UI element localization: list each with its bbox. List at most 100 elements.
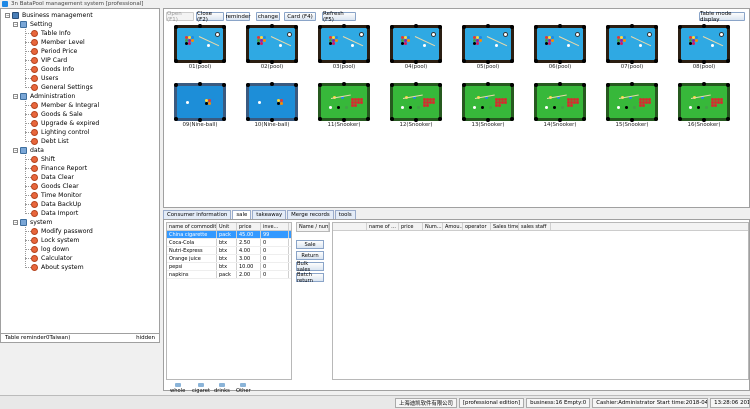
tree-item-log-down[interactable]: log down xyxy=(31,245,69,254)
tree-item-users[interactable]: Users xyxy=(31,74,58,83)
billiard-table[interactable]: 10(Nine-ball) xyxy=(244,82,300,128)
column-header[interactable]: inve... xyxy=(261,223,289,230)
category-icon xyxy=(218,383,225,387)
column-header[interactable]: price xyxy=(237,223,261,230)
refresh-button[interactable]: Refresh (F5) xyxy=(322,11,356,23)
goods-grid[interactable]: name of commodity Unit price inve... China … xyxy=(166,222,292,380)
tree-item-general-settings[interactable]: General Settings xyxy=(31,83,93,92)
reminder-button[interactable]: reminder xyxy=(225,12,251,21)
tree-label: system xyxy=(30,219,53,226)
tree-item-data-backup[interactable]: Data BackUp xyxy=(31,200,81,209)
table-row[interactable]: Orange juice btx 3.00 0 xyxy=(167,255,291,263)
tree-label: Users xyxy=(41,75,59,82)
column-header[interactable]: Sales time xyxy=(491,223,519,230)
card-button[interactable]: Card (F4) xyxy=(284,12,316,21)
batch-return-button[interactable]: Batch return xyxy=(296,272,324,284)
category-drinks[interactable]: drinks xyxy=(214,383,230,394)
tree-item-modify-password[interactable]: Modify password xyxy=(31,227,93,236)
tree-root[interactable]: − Business management xyxy=(5,11,93,20)
tab-consumer-information[interactable]: Consumer information xyxy=(163,210,232,219)
billiard-table[interactable]: 12(Snooker) xyxy=(388,82,444,128)
category-other[interactable]: Other xyxy=(236,383,251,394)
tab-takeaway[interactable]: takeaway xyxy=(252,210,287,219)
column-header[interactable]: sales staff xyxy=(519,223,551,230)
tree-item-goods-clear[interactable]: Goods Clear xyxy=(31,182,79,191)
category-cigaret[interactable]: cigaret xyxy=(192,383,210,394)
tree-item-vip-card[interactable]: VIP Card xyxy=(31,56,67,65)
tree-item-lock-system[interactable]: Lock system xyxy=(31,236,79,245)
tree-item-debt-list[interactable]: Debt List xyxy=(31,137,69,146)
billiard-table[interactable]: 06(pool) xyxy=(532,24,588,70)
table-mode-display-button[interactable]: Table mode display xyxy=(699,11,745,23)
billiard-table[interactable]: 07(pool) xyxy=(604,24,660,70)
tree-item-goods-sale[interactable]: Goods & Sale xyxy=(31,110,83,119)
hidden-toggle[interactable]: hidden xyxy=(136,335,155,341)
billiard-table[interactable]: 14(Snooker) xyxy=(532,82,588,128)
tree-item-data-import[interactable]: Data Import xyxy=(31,209,78,218)
tree-item-table-info[interactable]: Table Info xyxy=(31,29,71,38)
tree-group-system[interactable]: − system xyxy=(13,218,52,227)
tree-group-data[interactable]: − data xyxy=(13,146,44,155)
column-header[interactable]: name of ... xyxy=(367,223,399,230)
sales-record-grid[interactable]: name of ... price Num... Amou... operator Sal… xyxy=(332,222,749,380)
tree-label: Goods Clear xyxy=(41,183,79,190)
billiard-table[interactable]: 08(pool) xyxy=(676,24,732,70)
tab-tools[interactable]: tools xyxy=(334,210,356,219)
tree-item-goods-info[interactable]: Goods Info xyxy=(31,65,74,74)
tree-group-setting[interactable]: − Setting xyxy=(13,20,52,29)
table-icon xyxy=(174,24,226,64)
collapse-toggle[interactable]: − xyxy=(13,22,18,27)
tree-item-upgrade-expired[interactable]: Upgrade & expired xyxy=(31,119,99,128)
billiard-table[interactable]: 15(Snooker) xyxy=(604,82,660,128)
tree-item-time-monitor[interactable]: Time Monitor xyxy=(31,191,82,200)
collapse-toggle[interactable]: − xyxy=(13,148,18,153)
billiard-table[interactable]: 02(pool) xyxy=(244,24,300,70)
billiard-table[interactable]: 05(pool) xyxy=(460,24,516,70)
column-header[interactable]: Num... xyxy=(423,223,443,230)
tree-item-finance-report[interactable]: Finance Report xyxy=(31,164,87,173)
column-header[interactable]: name of commodity xyxy=(167,223,217,230)
column-header[interactable]: Amou... xyxy=(443,223,463,230)
table-row[interactable]: Nutri-Express btx 4.00 0 xyxy=(167,247,291,255)
table-row[interactable]: China cigarette pack 45.00 99 xyxy=(167,231,291,239)
tree-item-period-price[interactable]: Period Price xyxy=(31,47,77,56)
return-button[interactable]: Return xyxy=(296,251,324,260)
billiard-table[interactable]: 11(Snooker) xyxy=(316,82,372,128)
billiard-table[interactable]: 03(pool) xyxy=(316,24,372,70)
tab-sale[interactable]: sale xyxy=(232,210,252,219)
table-row[interactable]: Coca-Cola btx 2.50 0 xyxy=(167,239,291,247)
table-label: 11(Snooker) xyxy=(327,122,361,128)
sale-button[interactable]: Sale xyxy=(296,240,324,249)
navigation-tree[interactable]: − Business management − Setting Table Info Me… xyxy=(0,8,160,343)
bulk-sales-button[interactable]: Bulk sales xyxy=(296,261,324,273)
change-button[interactable]: change xyxy=(256,12,280,21)
billiard-table[interactable]: 13(Snooker) xyxy=(460,82,516,128)
tab-merge-records[interactable]: Merge records xyxy=(287,210,334,219)
table-row[interactable]: napkins pack 2.00 0 xyxy=(167,271,291,279)
tree-item-member-level[interactable]: Member Level xyxy=(31,38,85,47)
tree-item-member-integral[interactable]: Member & Integral xyxy=(31,101,99,110)
category-whole[interactable]: whole xyxy=(170,383,185,394)
collapse-toggle[interactable]: − xyxy=(13,220,18,225)
open-button[interactable]: Open (F1) xyxy=(166,11,194,23)
tree-item-calculator[interactable]: Calculator xyxy=(31,254,72,263)
name-number-grid[interactable]: Name / numt xyxy=(296,222,330,232)
table-cell: China cigarette xyxy=(167,231,217,238)
column-header[interactable]: operator xyxy=(463,223,491,230)
column-header[interactable]: Unit xyxy=(217,223,237,230)
billiard-table[interactable]: 04(pool) xyxy=(388,24,444,70)
tree-item-shift[interactable]: Shift xyxy=(31,155,55,164)
tree-group-administration[interactable]: − Administration xyxy=(13,92,75,101)
collapse-toggle[interactable]: − xyxy=(5,13,10,18)
billiard-table[interactable]: 16(Snooker) xyxy=(676,82,732,128)
close-button[interactable]: Close (F2) xyxy=(196,11,224,23)
collapse-toggle[interactable]: − xyxy=(13,94,18,99)
column-header[interactable]: price xyxy=(399,223,423,230)
company-name: 上海迪凯软件有限公司 xyxy=(395,397,457,408)
tree-item-lighting-control[interactable]: Lighting control xyxy=(31,128,89,137)
billiard-table[interactable]: 09(Nine-ball) xyxy=(172,82,228,128)
billiard-table[interactable]: 01(pool) xyxy=(172,24,228,70)
table-row[interactable]: pepsi btx 10.00 0 xyxy=(167,263,291,271)
tree-item-data-clear[interactable]: Data Clear xyxy=(31,173,74,182)
tree-item-about-system[interactable]: About system xyxy=(31,263,84,272)
